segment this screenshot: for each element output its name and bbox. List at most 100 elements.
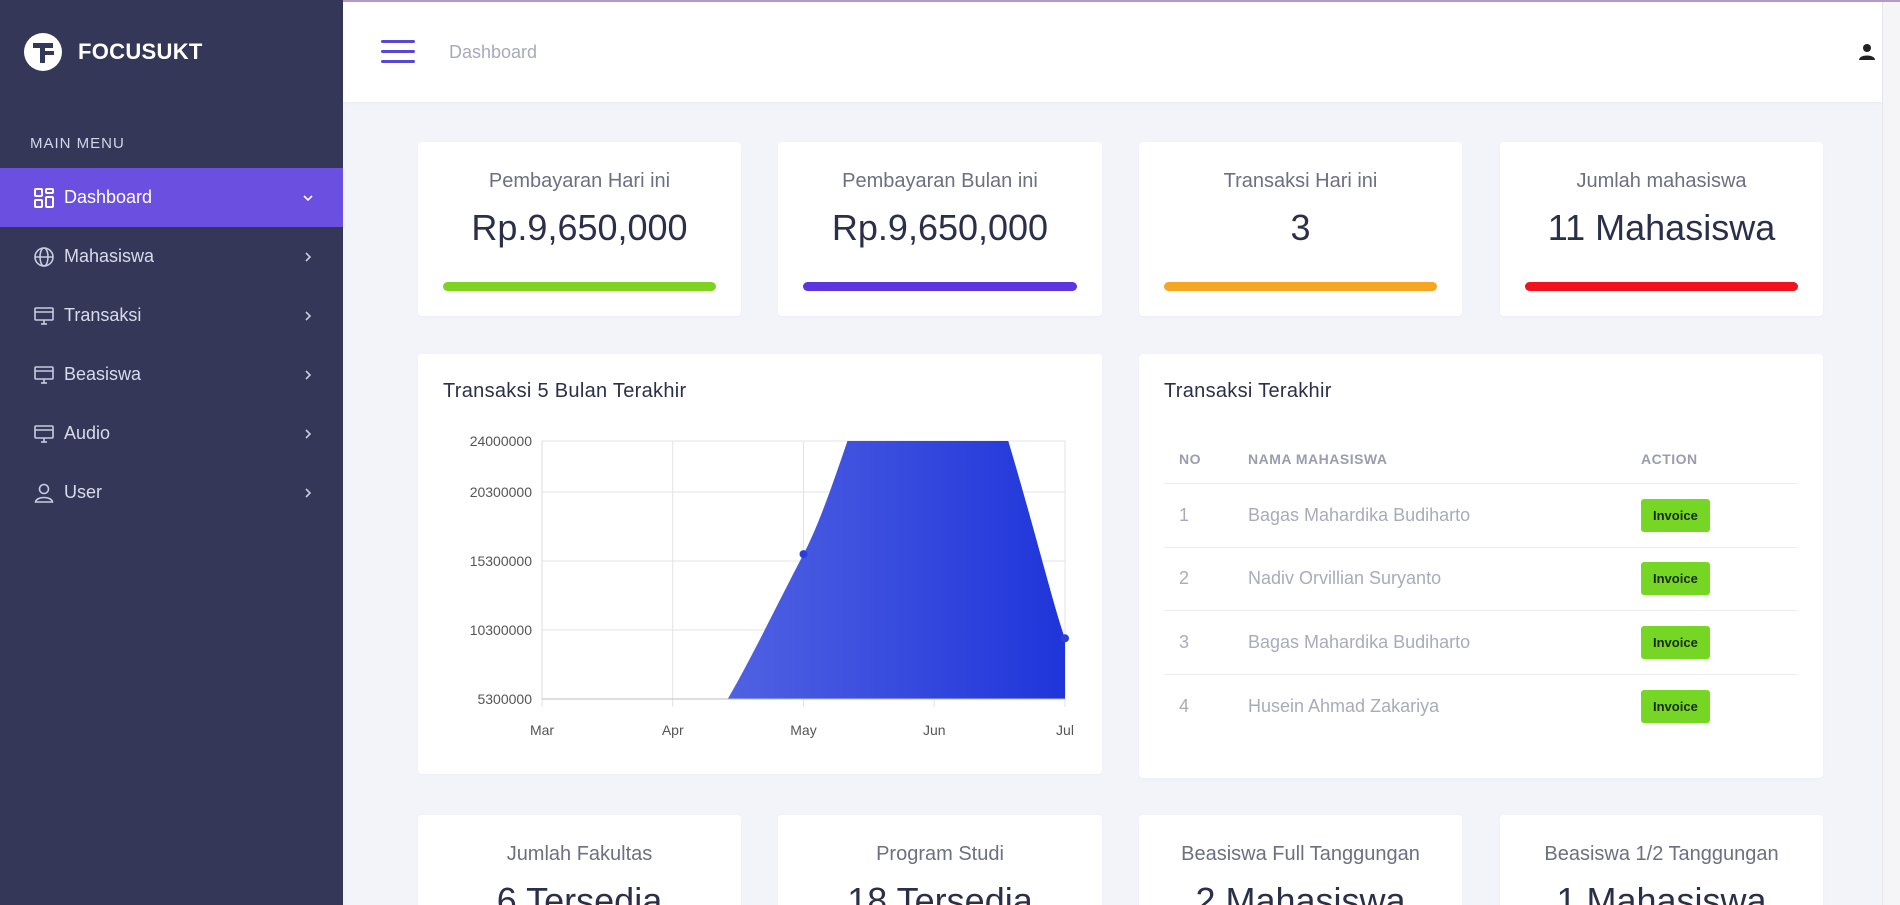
globe-icon (32, 245, 56, 269)
x-tick-label: Jun (923, 722, 946, 738)
table-row: 2 Nadiv Orvillian Suryanto Invoice (1164, 548, 1798, 611)
monitor-icon (32, 304, 56, 328)
stat-label: Beasiswa 1/2 Tanggungan (1544, 843, 1779, 865)
page-scrollbar[interactable] (1882, 2, 1900, 905)
row-no: 4 (1179, 695, 1190, 716)
chevron-right-icon (301, 309, 315, 323)
y-tick-label: 10300000 (470, 622, 533, 638)
stat-label: Beasiswa Full Tanggungan (1181, 843, 1420, 865)
column-header-name: NAMA MAHASISWA (1248, 450, 1388, 467)
stat-card-full-scholarship: Beasiswa Full Tanggungan 2 Mahasiswa (1139, 815, 1462, 905)
monitor-icon (32, 422, 56, 446)
chevron-right-icon (301, 368, 315, 382)
transactions-table: NO NAMA MAHASISWA ACTION 1 Bagas Mahardi… (1164, 434, 1798, 738)
column-header-no: NO (1179, 450, 1201, 467)
stat-card-half-scholarship: Beasiswa 1/2 Tanggungan 1 Mahasiswa (1500, 815, 1823, 905)
monitor-icon (32, 363, 56, 387)
sidebar-item-audio[interactable]: Audio (0, 404, 343, 463)
stat-bar (803, 282, 1077, 291)
y-tick-label: 15300000 (470, 553, 533, 569)
sidebar-item-label: Beasiswa (64, 364, 142, 384)
sidebar-item-label: Audio (64, 423, 111, 443)
data-point[interactable] (799, 550, 808, 559)
sidebar-item-transaksi[interactable]: Transaksi (0, 286, 343, 345)
sidebar-item-label: Mahasiswa (64, 246, 155, 266)
brand-logo-icon (24, 33, 62, 71)
row-name: Nadiv Orvillian Suryanto (1248, 568, 1442, 589)
stat-value: 11 Mahasiswa (1547, 207, 1776, 248)
dashboard-grid-icon (32, 186, 56, 210)
stat-card-transactions-today: Transaksi Hari ini 3 (1139, 142, 1462, 316)
data-point[interactable] (1061, 634, 1069, 643)
table-row: 1 Bagas Mahardika Budiharto Invoice (1164, 484, 1798, 548)
stat-label: Jumlah Fakultas (506, 843, 653, 865)
stat-label: Program Studi (876, 843, 1004, 865)
stat-card-payment-today: Pembayaran Hari ini Rp.9,650,000 (418, 142, 741, 316)
table-row: 4 Husein Ahmad Zakariya Invoice (1164, 675, 1798, 739)
stat-label: Transaksi Hari ini (1223, 170, 1378, 192)
x-tick-label: Mar (530, 722, 554, 738)
stat-card-faculties: Jumlah Fakultas 6 Tersedia (418, 815, 741, 905)
invoice-button[interactable]: Invoice (1641, 562, 1710, 596)
table-row: 3 Bagas Mahardika Budiharto Invoice (1164, 611, 1798, 675)
brand-name: FOCUSUKT (78, 39, 203, 64)
invoice-button[interactable]: Invoice (1641, 625, 1710, 659)
user-icon (32, 481, 56, 505)
sidebar-item-label: Dashboard (64, 187, 153, 207)
transactions-panel: Transaksi Terakhir NO NAMA MAHASISWA ACT… (1139, 354, 1823, 778)
sidebar-item-label: User (64, 482, 103, 502)
sidebar-menu: Dashboard Mahasiswa Transaksi Beasiswa A… (0, 168, 343, 522)
stat-value: 18 Tersedia (847, 880, 1033, 905)
table-header: NO NAMA MAHASISWA ACTION (1164, 434, 1798, 484)
row-name: Bagas Mahardika Budiharto (1248, 504, 1471, 525)
top-header: Dashboard (343, 2, 1900, 102)
stat-bar (443, 282, 716, 291)
sidebar-item-dashboard[interactable]: Dashboard (0, 168, 343, 227)
row-name: Bagas Mahardika Budiharto (1248, 631, 1471, 652)
stat-label: Pembayaran Bulan ini (842, 170, 1038, 192)
y-tick-label: 20300000 (470, 484, 533, 500)
row-no: 1 (1179, 504, 1190, 525)
y-tick-label: 5300000 (477, 691, 532, 707)
sidebar-item-label: Transaksi (64, 305, 142, 325)
user-account-icon[interactable] (1854, 39, 1880, 65)
invoice-button[interactable]: Invoice (1641, 498, 1710, 532)
stat-card-payment-month: Pembayaran Bulan ini Rp.9,650,000 (778, 142, 1102, 316)
breadcrumb[interactable]: Dashboard (449, 42, 537, 63)
stat-label: Jumlah mahasiswa (1576, 170, 1747, 192)
stat-value: 3 (1290, 207, 1311, 248)
transactions-title: Transaksi Terakhir (1164, 380, 1332, 402)
brand[interactable]: FOCUSUKT (24, 33, 203, 71)
chevron-right-icon (301, 250, 315, 264)
x-tick-label: May (790, 722, 816, 738)
row-name: Husein Ahmad Zakariya (1248, 695, 1440, 716)
stat-label: Pembayaran Hari ini (488, 170, 671, 192)
row-no: 2 (1179, 568, 1190, 589)
row-no: 3 (1179, 631, 1190, 652)
stat-bar (1525, 282, 1798, 291)
stat-value: Rp.9,650,000 (471, 207, 688, 248)
chart-panel: Transaksi 5 Bulan Terakhir 24000000 20300… (418, 354, 1102, 774)
stat-bar (1164, 282, 1437, 291)
sidebar-item-beasiswa[interactable]: Beasiswa (0, 345, 343, 404)
stat-value: 6 Tersedia (496, 880, 663, 905)
stat-card-student-count: Jumlah mahasiswa 11 Mahasiswa (1500, 142, 1823, 316)
area-chart: 24000000 20300000 15300000 10300000 5300000 M… (470, 433, 1074, 738)
stat-value: 1 Mahasiswa (1556, 880, 1767, 905)
stat-card-study-programs: Program Studi 18 Tersedia (778, 815, 1102, 905)
stat-value: Rp.9,650,000 (831, 207, 1049, 248)
chevron-right-icon (301, 427, 315, 441)
invoice-button[interactable]: Invoice (1641, 689, 1710, 723)
column-header-action: ACTION (1641, 450, 1698, 467)
sidebar-item-mahasiswa[interactable]: Mahasiswa (0, 227, 343, 286)
chevron-right-icon (301, 486, 315, 500)
stat-value: 2 Mahasiswa (1195, 880, 1406, 905)
menu-title: MAIN MENU (30, 135, 125, 152)
x-tick-label: Jul (1056, 722, 1074, 738)
chevron-down-icon (301, 191, 315, 205)
x-tick-label: Apr (662, 722, 684, 738)
y-tick-label: 24000000 (470, 433, 533, 449)
hamburger-menu-icon[interactable] (381, 40, 415, 68)
sidebar-item-user[interactable]: User (0, 463, 343, 522)
sidebar: FOCUSUKT MAIN MENU Dashboard Mahasiswa T… (0, 0, 343, 905)
